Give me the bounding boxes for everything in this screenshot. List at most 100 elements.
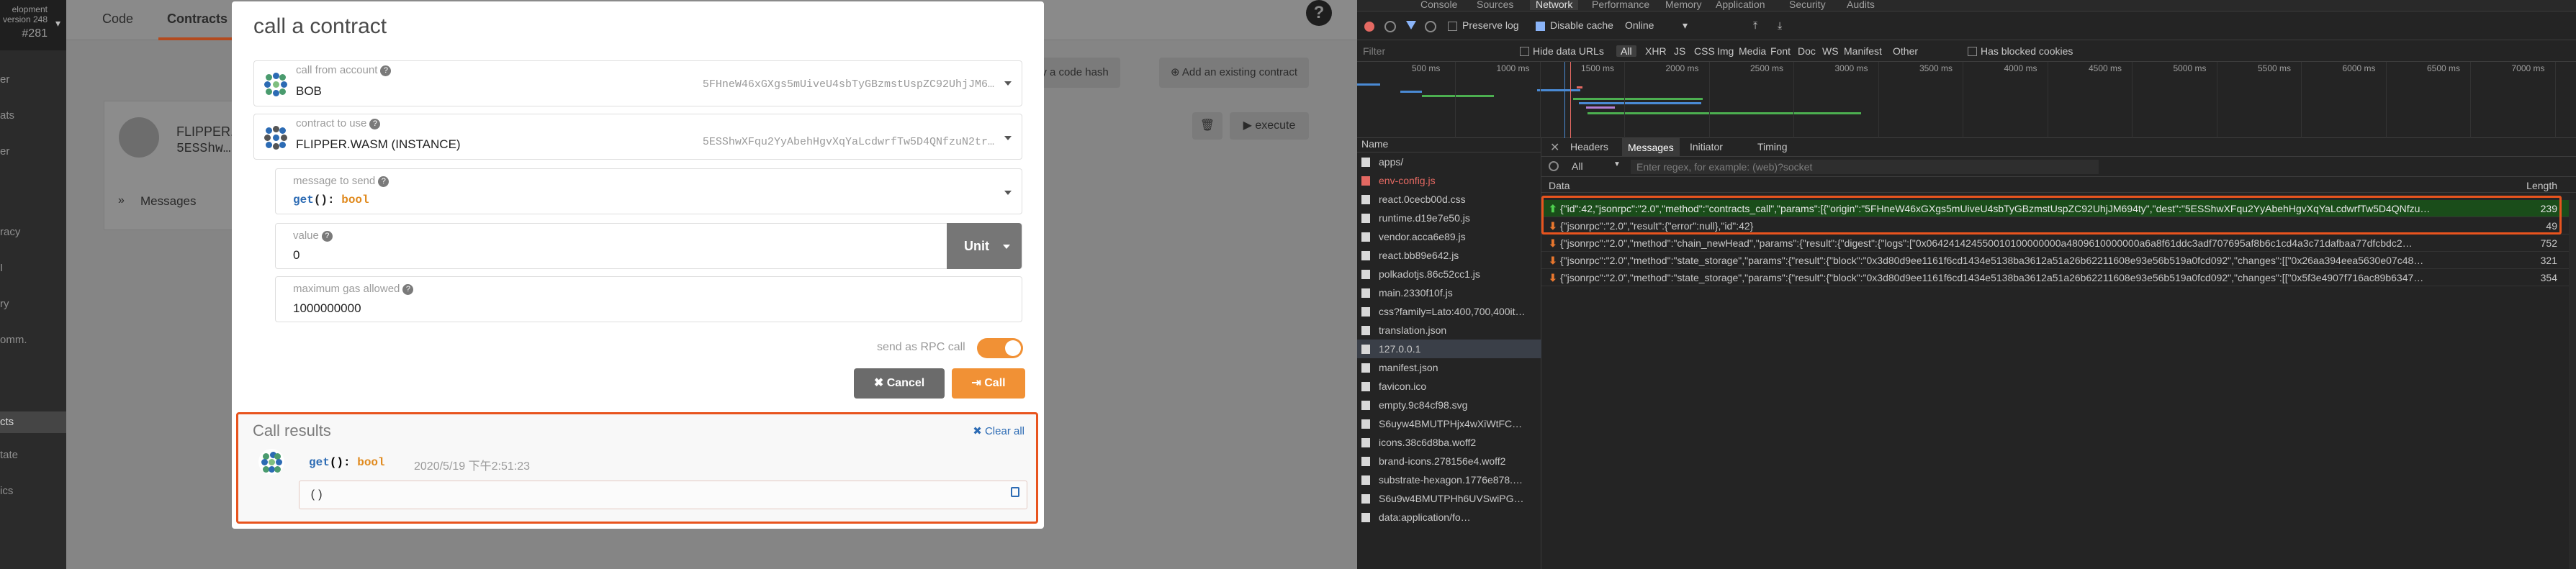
- request-row[interactable]: apps/: [1357, 153, 1541, 171]
- filter-input[interactable]: Filter: [1363, 45, 1385, 57]
- add-existing-contract-button[interactable]: ⊕ Add an existing contract: [1159, 58, 1310, 88]
- help-icon[interactable]: ?: [1306, 0, 1332, 26]
- disable-cache-checkbox[interactable]: [1536, 22, 1545, 31]
- detail-tab[interactable]: Messages: [1622, 138, 1680, 157]
- detail-tab[interactable]: Timing: [1757, 141, 1788, 153]
- search-icon[interactable]: [1425, 21, 1436, 32]
- hide-data-urls-checkbox[interactable]: [1520, 47, 1529, 56]
- type-filter[interactable]: XHR: [1645, 45, 1667, 57]
- devtools-tab[interactable]: Network: [1530, 0, 1579, 10]
- devtools-tab[interactable]: Audits: [1847, 0, 1875, 10]
- trash-icon[interactable]: 🗑: [1192, 112, 1222, 140]
- preserve-log-checkbox[interactable]: [1448, 22, 1457, 31]
- type-filter[interactable]: JS: [1674, 45, 1685, 57]
- type-filter[interactable]: Font: [1770, 45, 1791, 57]
- type-filter[interactable]: Img: [1717, 45, 1734, 57]
- cancel-button[interactable]: ✖ Cancel: [854, 368, 945, 399]
- request-row[interactable]: env-config.js: [1357, 171, 1541, 190]
- sidebar-item[interactable]: tate: [0, 445, 66, 466]
- devtools-tab[interactable]: Sources: [1477, 0, 1513, 10]
- chain-selector[interactable]: elopment version 248 #281 ▾: [0, 0, 66, 50]
- sidebar-item[interactable]: I: [0, 258, 66, 279]
- ws-frame-row[interactable]: ⬇ {"jsonrpc":"2.0","method":"chain_newHea…: [1541, 235, 2576, 252]
- clear-all-button[interactable]: ✖ Clear all: [973, 424, 1024, 437]
- import-icon[interactable]: ⤒: [1753, 19, 1757, 32]
- unit-selector[interactable]: Unit: [947, 223, 1022, 269]
- call-button[interactable]: ⇥ Call: [952, 368, 1025, 399]
- sidebar-item[interactable]: ry: [0, 293, 66, 315]
- ws-frame-row[interactable]: ⬇ {"jsonrpc":"2.0","method":"state_storag…: [1541, 252, 2576, 269]
- request-row[interactable]: polkadotjs.86c52cc1.js: [1357, 265, 1541, 283]
- request-row[interactable]: brand-icons.278156e4.woff2: [1357, 452, 1541, 470]
- sidebar-item[interactable]: omm.: [0, 329, 66, 351]
- contract-to-use-field[interactable]: contract to use? FLIPPER.WASM (INSTANCE)…: [253, 114, 1022, 160]
- sidebar-item[interactable]: [0, 178, 66, 200]
- request-row[interactable]: substrate-hexagon.1776e878.…: [1357, 470, 1541, 489]
- type-filter[interactable]: All: [1616, 45, 1636, 57]
- request-row[interactable]: S6uyw4BMUTPHjx4wXiWtFC…: [1357, 414, 1541, 433]
- type-filter[interactable]: CSS: [1694, 45, 1715, 57]
- type-filter[interactable]: Other: [1893, 45, 1918, 57]
- sidebar-item[interactable]: er: [0, 141, 66, 163]
- rpc-call-toggle[interactable]: [977, 338, 1023, 358]
- request-row[interactable]: empty.9c84cf98.svg: [1357, 396, 1541, 414]
- clear-icon[interactable]: [1384, 21, 1396, 32]
- name-column-header[interactable]: Name: [1357, 138, 1541, 153]
- sidebar-item[interactable]: [0, 365, 66, 387]
- request-row[interactable]: favicon.ico: [1357, 377, 1541, 396]
- request-row[interactable]: main.2330f10f.js: [1357, 283, 1541, 302]
- clear-messages-icon[interactable]: [1549, 161, 1559, 171]
- sidebar-item[interactable]: er: [0, 69, 66, 91]
- request-row[interactable]: icons.38c6d8ba.woff2: [1357, 433, 1541, 452]
- tab-contracts[interactable]: Contracts: [167, 12, 228, 27]
- contract-messages-toggle[interactable]: Messages: [140, 194, 196, 209]
- detail-tab[interactable]: Headers: [1570, 141, 1608, 153]
- scrollbar[interactable]: [2569, 200, 2576, 569]
- chevron-right-icon[interactable]: »: [118, 194, 125, 207]
- sidebar-item[interactable]: racy: [0, 222, 66, 243]
- execute-button[interactable]: ▶ execute: [1230, 112, 1309, 140]
- timeline-tick-label: 6000 ms: [2342, 63, 2376, 73]
- request-row[interactable]: vendor.acca6e89.js: [1357, 227, 1541, 246]
- copy-icon[interactable]: [1011, 487, 1019, 497]
- record-icon[interactable]: [1364, 22, 1374, 32]
- throttle-select[interactable]: Online: [1625, 19, 1654, 31]
- detail-tab[interactable]: Initiator: [1690, 141, 1723, 153]
- request-row[interactable]: react.bb89e642.js: [1357, 246, 1541, 265]
- ws-frame-row[interactable]: ⬇ {"jsonrpc":"2.0","method":"state_storag…: [1541, 269, 2576, 286]
- devtools-tab[interactable]: Memory: [1665, 0, 1702, 10]
- sidebar-item[interactable]: ics: [0, 481, 66, 502]
- message-to-send-field[interactable]: message to send? get(): bool: [275, 168, 1022, 214]
- tab-code[interactable]: Code: [102, 12, 133, 27]
- sidebar-item[interactable]: ats: [0, 105, 66, 127]
- max-gas-input[interactable]: 1000000000: [293, 301, 361, 316]
- devtools-tab[interactable]: Application: [1716, 0, 1765, 10]
- devtools-tab[interactable]: Console: [1420, 0, 1457, 10]
- regex-filter-input[interactable]: Enter regex, for example: (web)?socket: [1631, 160, 2099, 174]
- devtools-tab[interactable]: Security: [1789, 0, 1826, 10]
- call-from-account-field[interactable]: call from account? BOB 5FHneW46xGXgs5mUi…: [253, 60, 1022, 106]
- request-row[interactable]: css?family=Lato:400,700,400it…: [1357, 302, 1541, 321]
- filter-icon[interactable]: [1406, 21, 1416, 31]
- request-row[interactable]: S6u9w4BMUTPHh6UVSwiPG…: [1357, 489, 1541, 508]
- export-icon[interactable]: ⤓: [1778, 19, 1782, 32]
- value-input[interactable]: 0: [293, 248, 300, 263]
- type-filter[interactable]: WS: [1822, 45, 1839, 57]
- type-filter[interactable]: Manifest: [1844, 45, 1882, 57]
- contract-to-use-label: contract to use?: [296, 117, 381, 129]
- sidebar-item[interactable]: cts: [0, 411, 66, 433]
- blocked-cookies-checkbox[interactable]: [1968, 47, 1977, 56]
- close-icon[interactable]: ✕: [1550, 140, 1559, 155]
- type-filter[interactable]: Media: [1739, 45, 1766, 57]
- request-row[interactable]: runtime.d19e7e50.js: [1357, 209, 1541, 227]
- request-row[interactable]: translation.json: [1357, 321, 1541, 340]
- request-row[interactable]: 127.0.0.1: [1357, 340, 1541, 358]
- request-row[interactable]: data:application/fo…: [1357, 508, 1541, 527]
- devtools-tab[interactable]: Performance: [1592, 0, 1649, 10]
- request-row[interactable]: manifest.json: [1357, 358, 1541, 377]
- message-type-select[interactable]: All: [1572, 160, 1583, 172]
- type-filter[interactable]: Doc: [1798, 45, 1816, 57]
- network-timeline[interactable]: 500 ms 1000 ms 1500 ms 2000 ms 2500 ms 3000 m…: [1357, 62, 2576, 138]
- file-icon: [1361, 232, 1370, 242]
- request-row[interactable]: react.0cecb00d.css: [1357, 190, 1541, 209]
